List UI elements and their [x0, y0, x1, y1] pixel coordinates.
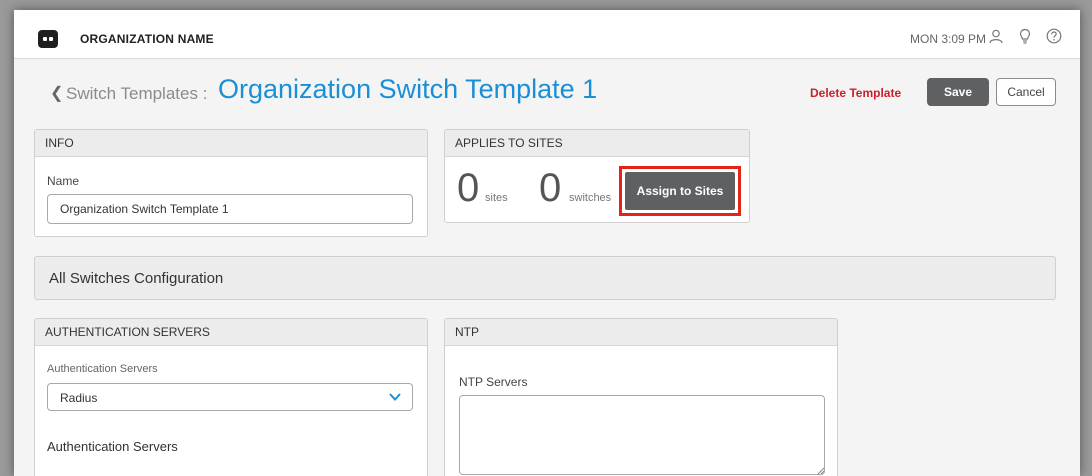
applies-panel-header: APPLIES TO SITES — [445, 130, 749, 157]
app-window: ORGANIZATION NAME MON 3:09 PM ❮ Switch T… — [14, 10, 1080, 476]
top-bar: ORGANIZATION NAME MON 3:09 PM — [14, 10, 1080, 59]
save-button[interactable]: Save — [927, 78, 989, 106]
sites-count: 0 — [457, 166, 480, 210]
auth-servers-label: Authentication Servers — [47, 363, 158, 375]
all-switches-configuration-section[interactable]: All Switches Configuration — [34, 256, 1056, 300]
auth-panel-header: AUTHENTICATION SERVERS — [35, 319, 427, 346]
template-name-input[interactable] — [47, 194, 413, 224]
switches-count: 0 — [539, 166, 562, 210]
ntp-panel-header: NTP — [445, 319, 837, 346]
sites-label: sites — [485, 192, 508, 204]
info-panel: INFO Name — [34, 129, 428, 237]
switches-label: switches — [569, 192, 612, 204]
lightbulb-icon[interactable] — [1017, 28, 1033, 44]
breadcrumb-switch-templates[interactable]: Switch Templates : — [66, 84, 207, 104]
info-panel-header: INFO — [35, 130, 427, 157]
logo-eye-right — [49, 37, 53, 41]
title-row: ❮ Switch Templates : Organization Switch… — [14, 68, 1080, 118]
organization-name[interactable]: ORGANIZATION NAME — [80, 32, 214, 46]
back-chevron-icon[interactable]: ❮ — [50, 86, 63, 102]
page-title: Organization Switch Template 1 — [218, 74, 598, 104]
auth-servers-selected-value: Radius — [60, 391, 98, 405]
logo-icon[interactable] — [38, 30, 58, 48]
chevron-down-icon — [389, 393, 401, 401]
ntp-servers-textarea[interactable] — [459, 395, 825, 475]
assign-to-sites-button[interactable]: Assign to Sites — [625, 172, 735, 210]
resize-handle-icon[interactable] — [817, 467, 825, 475]
ntp-panel: NTP NTP Servers — [444, 318, 838, 476]
logo-eye-left — [43, 37, 47, 41]
delete-template-link[interactable]: Delete Template — [810, 86, 901, 100]
ntp-servers-label: NTP Servers — [459, 375, 528, 389]
cancel-button[interactable]: Cancel — [996, 78, 1056, 106]
help-icon[interactable] — [1046, 28, 1062, 44]
name-label: Name — [47, 174, 80, 188]
clock: MON 3:09 PM — [910, 32, 987, 46]
applies-to-sites-panel: APPLIES TO SITES 0 sites 0 switches Assi… — [444, 129, 750, 223]
user-icon[interactable] — [988, 28, 1004, 44]
auth-servers-select[interactable]: Radius — [47, 383, 413, 411]
config-section-title: All Switches Configuration — [49, 270, 224, 287]
auth-servers-heading: Authentication Servers — [47, 439, 178, 454]
authentication-servers-panel: AUTHENTICATION SERVERS Authentication Se… — [34, 318, 428, 476]
